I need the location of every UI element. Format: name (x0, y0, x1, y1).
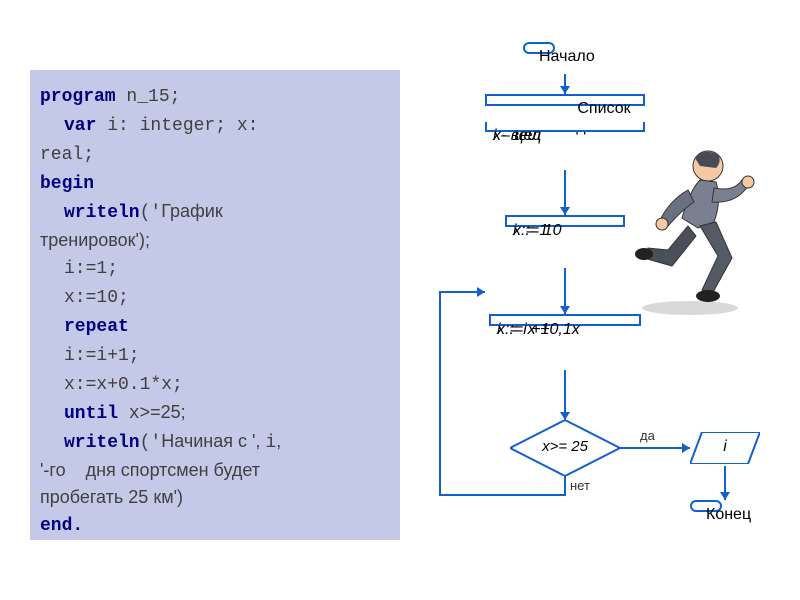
flow-data-body-line2: x- вещ (493, 126, 541, 147)
flow-loop-body: i := i +1 x := x +0,1x (489, 314, 641, 326)
kw-repeat: repeat (64, 317, 129, 337)
flow-output-label: i (690, 438, 760, 456)
string-text: '-го дня спортсмен будет (40, 460, 260, 480)
code-text: n_15; (116, 87, 181, 107)
string-text: Начиная с ', (161, 431, 265, 451)
runner-illustration (630, 140, 770, 320)
code-text: i:=i+1; (64, 346, 140, 366)
flow-start: Начало (523, 42, 555, 54)
flow-decision: x>= 25 (510, 420, 620, 476)
flow-init: i := 1 x := 10 (505, 215, 625, 227)
flow-output: i (690, 432, 760, 464)
code-panel: program n_15; var i: integer; x: real; b… (30, 70, 400, 540)
edge-label-no: нет (570, 478, 590, 493)
kw-program: program (40, 87, 116, 107)
string-text: тренировок'); (40, 230, 150, 250)
edge-label-yes: да (640, 428, 655, 443)
code-text: i:=1; (64, 259, 118, 279)
kw-writeln: writeln (64, 433, 140, 453)
code-text: (' (140, 203, 162, 223)
kw-var: var (64, 116, 96, 136)
code-text: , (276, 431, 281, 451)
flow-data-header: Список данных (485, 94, 645, 106)
code-text: x (118, 404, 140, 424)
code-text: real; (40, 145, 94, 165)
string-text: пробегать 25 км') (40, 487, 183, 507)
flow-decision-label: x>= 25 (510, 438, 620, 455)
code-text: >=25; (140, 402, 186, 422)
kw-end: end. (40, 516, 83, 536)
code-text: x:=10; (64, 288, 129, 308)
code-text: i (265, 433, 276, 453)
code-text: (' (140, 433, 162, 453)
flow-end-label: Конец (706, 506, 751, 524)
flow-start-label: Начало (539, 48, 595, 66)
kw-begin: begin (40, 174, 94, 194)
kw-writeln: writeln (64, 203, 140, 223)
kw-until: until (64, 404, 118, 424)
string-text: График (161, 201, 223, 221)
flow-init-line2: x := 10 (513, 221, 561, 242)
flow-loop-line2: x := x +0,1x (497, 320, 580, 341)
code-text: x:=x+0.1*x; (64, 375, 183, 395)
flow-data-body: i – цел x- вещ (485, 122, 645, 132)
flow-end: Конец (690, 500, 722, 512)
code-text: i: integer; x: (96, 116, 258, 136)
